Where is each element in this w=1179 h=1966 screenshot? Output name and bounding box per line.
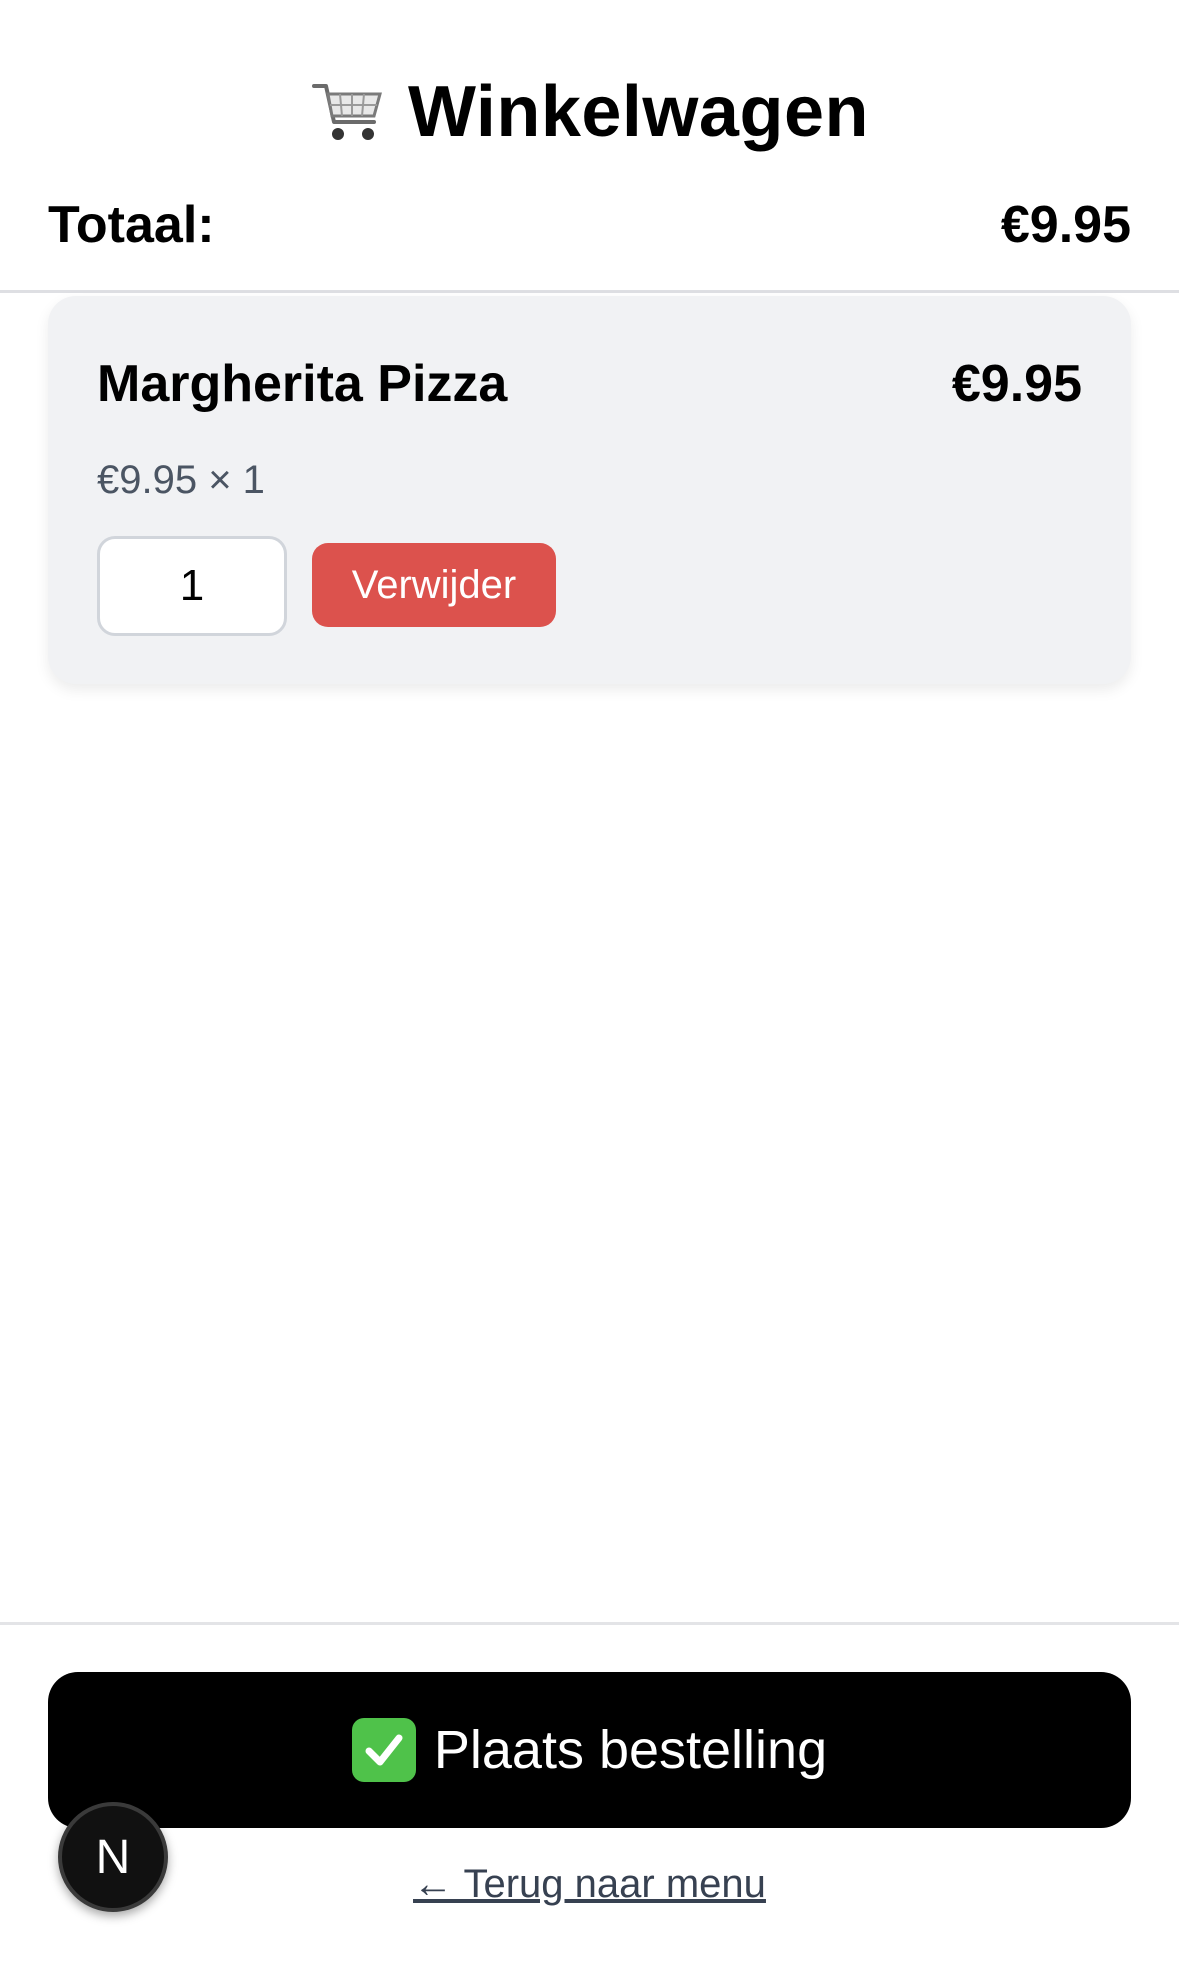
remove-item-button[interactable]: Verwijder xyxy=(312,543,556,627)
total-summary: Totaal: €9.95 xyxy=(48,190,1131,260)
cart-item-card: Margherita Pizza €9.95 €9.95 × 1 Verwijd… xyxy=(48,296,1131,684)
check-mark-icon xyxy=(351,1718,416,1782)
header-divider xyxy=(0,290,1179,293)
place-order-button[interactable]: Plaats bestelling xyxy=(48,1672,1131,1828)
page-title: Winkelwagen xyxy=(408,72,869,152)
item-name: Margherita Pizza xyxy=(97,355,508,413)
back-to-menu-link[interactable]: ← Terug naar menu xyxy=(413,1862,766,1906)
cart-page: Winkelwagen Totaal: €9.95 Margherita Piz… xyxy=(0,0,1179,1966)
footer-divider xyxy=(0,1622,1179,1625)
item-price: €9.95 xyxy=(951,355,1082,413)
total-value: €9.95 xyxy=(1000,196,1131,254)
item-unit-price: €9.95 × 1 xyxy=(97,458,265,502)
total-label: Totaal: xyxy=(48,196,215,254)
shopping-cart-icon xyxy=(310,74,386,150)
back-to-menu-container: ← Terug naar menu xyxy=(0,1862,1179,1907)
place-order-label: Plaats bestelling xyxy=(433,1720,828,1780)
n-logo-icon: N xyxy=(95,1830,131,1884)
quantity-input[interactable] xyxy=(97,536,287,636)
page-header: Winkelwagen xyxy=(0,62,1179,162)
dev-tools-badge[interactable]: N xyxy=(58,1802,168,1912)
